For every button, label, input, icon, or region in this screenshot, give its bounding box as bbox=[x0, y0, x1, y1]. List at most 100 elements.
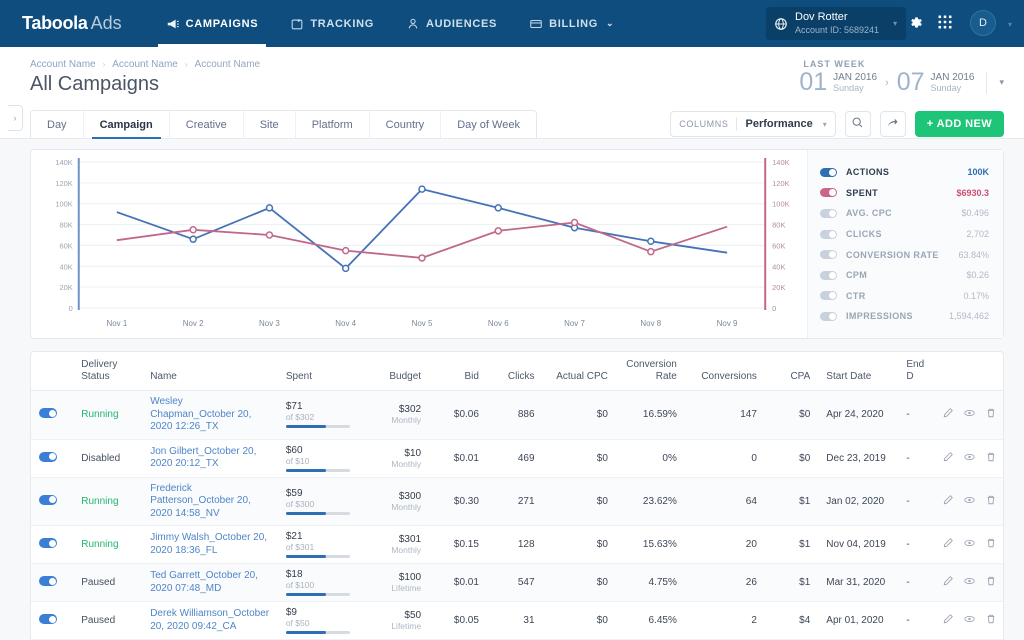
trash-icon[interactable] bbox=[985, 613, 997, 628]
trash-icon[interactable] bbox=[985, 451, 997, 466]
tab-campaign[interactable]: Campaign bbox=[84, 111, 170, 138]
th-cpa[interactable]: CPA bbox=[765, 352, 818, 391]
campaign-name-link[interactable]: Jimmy Walsh_October 20, 2020 18:36_FL bbox=[150, 532, 267, 556]
legend-row-impressions[interactable]: IMPRESSIONS 1,594,462 bbox=[820, 306, 989, 327]
tab-creative[interactable]: Creative bbox=[170, 111, 244, 138]
eye-icon[interactable] bbox=[963, 537, 976, 552]
table-row[interactable]: PausedTed Garrett_October 20, 2020 07:48… bbox=[31, 564, 1003, 602]
cell-name[interactable]: Ted Garrett_October 20, 2020 07:48_MD bbox=[142, 564, 278, 602]
edit-pencil-icon[interactable] bbox=[942, 407, 954, 422]
account-selector[interactable]: Dov Rotter Account ID: 5689241 ▾ bbox=[766, 7, 906, 40]
add-new-button[interactable]: + ADD NEW bbox=[915, 111, 1004, 137]
avatar[interactable]: D bbox=[970, 10, 996, 36]
row-select-cell[interactable] bbox=[31, 391, 73, 440]
table-row[interactable]: PausedDerek Williamson_October 20, 2020 … bbox=[31, 602, 1003, 640]
cell-name[interactable]: Wesley Chapman_October 20, 2020 12:26_TX bbox=[142, 391, 278, 440]
legend-row-conversion-rate[interactable]: CONVERSION RATE 63.84% bbox=[820, 244, 989, 265]
table-row[interactable]: RunningWesley Chapman_October 20, 2020 1… bbox=[31, 391, 1003, 440]
campaign-name-link[interactable]: Derek Williamson_October 20, 2020 09:42_… bbox=[150, 608, 269, 632]
breadcrumb-item-3[interactable]: Account Name bbox=[195, 59, 261, 70]
legend-row-clicks[interactable]: CLICKS 2,702 bbox=[820, 224, 989, 245]
th-conversion-rate[interactable]: Conversion Rate bbox=[616, 352, 685, 391]
toggle-conversion-rate[interactable] bbox=[820, 250, 837, 259]
columns-selector[interactable]: COLUMNS Performance ▾ bbox=[670, 111, 836, 137]
row-toggle[interactable] bbox=[39, 408, 57, 418]
trash-icon[interactable] bbox=[985, 537, 997, 552]
th-bid[interactable]: Bid bbox=[429, 352, 487, 391]
tab-platform[interactable]: Platform bbox=[296, 111, 370, 138]
chevron-down-icon[interactable]: ▾ bbox=[999, 77, 1004, 88]
sidebar-collapse-toggle[interactable]: › bbox=[8, 105, 23, 131]
campaign-name-link[interactable]: Wesley Chapman_October 20, 2020 12:26_TX bbox=[150, 396, 251, 432]
trash-icon[interactable] bbox=[985, 407, 997, 422]
trash-icon[interactable] bbox=[985, 575, 997, 590]
campaign-name-link[interactable]: Frederick Patterson_October 20, 2020 14:… bbox=[150, 483, 251, 519]
table-row[interactable]: RunningJimmy Walsh_October 20, 2020 18:3… bbox=[31, 526, 1003, 564]
tab-day-of-week[interactable]: Day of Week bbox=[441, 111, 536, 138]
cell-name[interactable]: Derek Williamson_October 20, 2020 09:42_… bbox=[142, 602, 278, 640]
search-button[interactable] bbox=[845, 111, 871, 137]
toggle-ctr[interactable] bbox=[820, 291, 837, 300]
date-range-picker[interactable]: LAST WEEK 01 JAN 2016 Sunday › 07 JAN 20… bbox=[799, 59, 1004, 95]
row-toggle[interactable] bbox=[39, 538, 57, 548]
table-row[interactable]: DisabledJon Gilbert_October 20, 2020 20:… bbox=[31, 439, 1003, 477]
eye-icon[interactable] bbox=[963, 451, 976, 466]
row-select-cell[interactable] bbox=[31, 526, 73, 564]
toggle-cpm[interactable] bbox=[820, 271, 837, 280]
toggle-spent[interactable] bbox=[820, 188, 837, 197]
tab-day[interactable]: Day bbox=[31, 111, 84, 138]
edit-pencil-icon[interactable] bbox=[942, 451, 954, 466]
row-toggle[interactable] bbox=[39, 614, 57, 624]
legend-row-spent[interactable]: SPENT $6930.3 bbox=[820, 183, 989, 204]
row-select-cell[interactable] bbox=[31, 477, 73, 526]
edit-pencil-icon[interactable] bbox=[942, 575, 954, 590]
toggle-clicks[interactable] bbox=[820, 230, 837, 239]
row-toggle[interactable] bbox=[39, 452, 57, 462]
nav-item-billing[interactable]: BILLING ⌄ bbox=[513, 0, 630, 47]
th-start-date[interactable]: Start Date bbox=[818, 352, 898, 391]
nav-item-tracking[interactable]: TRACKING bbox=[274, 0, 390, 47]
th-actual-cpc[interactable]: Actual CPC bbox=[543, 352, 616, 391]
th-delivery-status[interactable]: Delivery Status bbox=[73, 352, 142, 391]
legend-row-actions[interactable]: ACTIONS 100K bbox=[820, 162, 989, 183]
toggle-impressions[interactable] bbox=[820, 312, 837, 321]
row-select-cell[interactable] bbox=[31, 602, 73, 640]
th-spent[interactable]: Spent bbox=[278, 352, 358, 391]
th-conversions[interactable]: Conversions bbox=[685, 352, 765, 391]
tab-country[interactable]: Country bbox=[370, 111, 442, 138]
edit-pencil-icon[interactable] bbox=[942, 537, 954, 552]
campaign-name-link[interactable]: Jon Gilbert_October 20, 2020 20:12_TX bbox=[150, 446, 256, 470]
eye-icon[interactable] bbox=[963, 613, 976, 628]
row-toggle[interactable] bbox=[39, 576, 57, 586]
toggle-avg-cpc[interactable] bbox=[820, 209, 837, 218]
table-row[interactable]: RunningFrederick Patterson_October 20, 2… bbox=[31, 477, 1003, 526]
row-select-cell[interactable] bbox=[31, 439, 73, 477]
legend-row-cpm[interactable]: CPM $0.26 bbox=[820, 265, 989, 286]
nav-item-campaigns[interactable]: CAMPAIGNS bbox=[150, 0, 275, 47]
taboola-ads-logo[interactable]: Taboola Ads bbox=[12, 13, 122, 34]
gear-icon[interactable] bbox=[907, 14, 924, 34]
toggle-actions[interactable] bbox=[820, 168, 837, 177]
edit-pencil-icon[interactable] bbox=[942, 494, 954, 509]
trash-icon[interactable] bbox=[985, 494, 997, 509]
th-clicks[interactable]: Clicks bbox=[487, 352, 543, 391]
legend-row-avg-cpc[interactable]: AVG. CPC $0.496 bbox=[820, 203, 989, 224]
th-name[interactable]: Name bbox=[142, 352, 278, 391]
tab-site[interactable]: Site bbox=[244, 111, 296, 138]
eye-icon[interactable] bbox=[963, 407, 976, 422]
row-select-cell[interactable] bbox=[31, 564, 73, 602]
grid-apps-icon[interactable] bbox=[937, 14, 953, 33]
nav-item-audiences[interactable]: AUDIENCES bbox=[390, 0, 513, 47]
cell-name[interactable]: Jon Gilbert_October 20, 2020 20:12_TX bbox=[142, 439, 278, 477]
row-toggle[interactable] bbox=[39, 495, 57, 505]
legend-row-ctr[interactable]: CTR 0.17% bbox=[820, 286, 989, 307]
chevron-down-icon[interactable]: ▾ bbox=[1008, 20, 1012, 29]
th-budget[interactable]: Budget bbox=[358, 352, 429, 391]
cell-name[interactable]: Frederick Patterson_October 20, 2020 14:… bbox=[142, 477, 278, 526]
campaign-name-link[interactable]: Ted Garrett_October 20, 2020 07:48_MD bbox=[150, 570, 258, 594]
cell-name[interactable]: Jimmy Walsh_October 20, 2020 18:36_FL bbox=[142, 526, 278, 564]
th-end-date[interactable]: End D bbox=[898, 352, 934, 391]
breadcrumb-item-1[interactable]: Account Name bbox=[30, 59, 96, 70]
edit-pencil-icon[interactable] bbox=[942, 613, 954, 628]
share-button[interactable] bbox=[880, 111, 906, 137]
